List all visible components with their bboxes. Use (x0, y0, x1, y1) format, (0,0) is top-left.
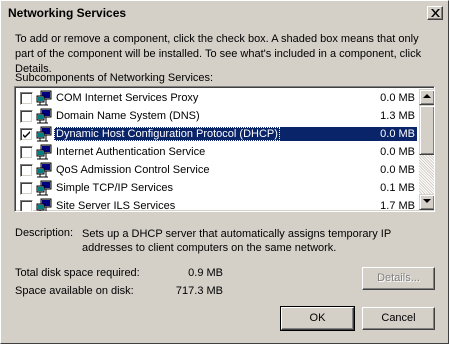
description-label: Description: (15, 227, 74, 239)
component-size: 0.0 MB (380, 146, 415, 158)
component-size: 0.0 MB (380, 92, 415, 104)
required-space-label: Total disk space required: (15, 267, 140, 279)
dialog-title: Networking Services (8, 6, 127, 20)
scroll-thumb[interactable] (419, 105, 434, 155)
component-size: 1.3 MB (380, 110, 415, 122)
network-component-icon (36, 162, 52, 178)
list-item[interactable]: Simple TCP/IP Services 0.1 MB (17, 179, 417, 197)
component-checkbox[interactable] (20, 110, 33, 123)
scroll-down-button[interactable] (419, 194, 434, 210)
network-component-icon (36, 126, 52, 142)
network-component-icon (36, 108, 52, 124)
component-name: QoS Admission Control Service (56, 164, 210, 176)
component-checkbox[interactable] (20, 200, 33, 211)
subcomponents-label: Subcomponents of Networking Services: (15, 72, 214, 84)
close-button[interactable] (427, 6, 443, 20)
component-checkbox[interactable] (20, 92, 33, 105)
available-space-label: Space available on disk: (15, 285, 134, 297)
subcomponents-listbox[interactable]: COM Internet Services Proxy 0.0 MB Domain … (14, 86, 435, 212)
component-size: 0.0 MB (380, 164, 415, 176)
list-item[interactable]: QoS Admission Control Service 0.0 MB (17, 161, 417, 179)
close-x-icon (431, 9, 440, 17)
title-bar: Networking Services (4, 4, 445, 22)
list-item[interactable]: Site Server ILS Services 1.7 MB (17, 197, 417, 212)
details-button[interactable]: Details... (362, 267, 435, 290)
component-checkbox[interactable] (20, 146, 33, 159)
network-component-icon (36, 90, 52, 106)
list-item[interactable]: COM Internet Services Proxy 0.0 MB (17, 89, 417, 107)
networking-services-dialog: Networking Services To add or remove a c… (0, 0, 449, 344)
instructions-text: To add or remove a component, click the … (15, 33, 422, 75)
component-size: 0.1 MB (380, 182, 415, 194)
list-item[interactable]: Dynamic Host Configuration Protocol (DHC… (17, 125, 417, 143)
component-name: Site Server ILS Services (56, 200, 176, 212)
required-space-value: 0.9 MB (188, 267, 223, 279)
component-name: Domain Name System (DNS) (56, 110, 200, 122)
cancel-button[interactable]: Cancel (362, 307, 435, 330)
component-name: COM Internet Services Proxy (56, 92, 199, 104)
available-space-value: 717.3 MB (175, 285, 223, 297)
network-component-icon (36, 198, 52, 211)
component-checkbox[interactable] (20, 182, 33, 195)
checkmark-icon (23, 131, 30, 138)
arrow-up-icon (423, 94, 431, 98)
network-component-icon (36, 144, 52, 160)
list-item[interactable]: Internet Authentication Service 0.0 MB (17, 143, 417, 161)
component-name: Dynamic Host Configuration Protocol (DHC… (54, 127, 280, 141)
subcomponents-rows: COM Internet Services Proxy 0.0 MB Domain … (17, 89, 417, 212)
component-size: 1.7 MB (380, 200, 415, 212)
component-checkbox[interactable] (20, 128, 33, 141)
network-component-icon (36, 180, 52, 196)
description-text: Sets up a DHCP server that automatically… (82, 228, 391, 254)
component-size: 0.0 MB (380, 128, 415, 140)
vertical-scrollbar[interactable] (419, 89, 434, 210)
component-name: Simple TCP/IP Services (56, 182, 173, 194)
component-checkbox[interactable] (20, 164, 33, 177)
scroll-up-button[interactable] (419, 89, 434, 105)
ok-button[interactable]: OK (280, 306, 355, 331)
arrow-down-icon (423, 199, 431, 203)
component-name: Internet Authentication Service (56, 146, 206, 158)
list-item[interactable]: Domain Name System (DNS) 1.3 MB (17, 107, 417, 125)
